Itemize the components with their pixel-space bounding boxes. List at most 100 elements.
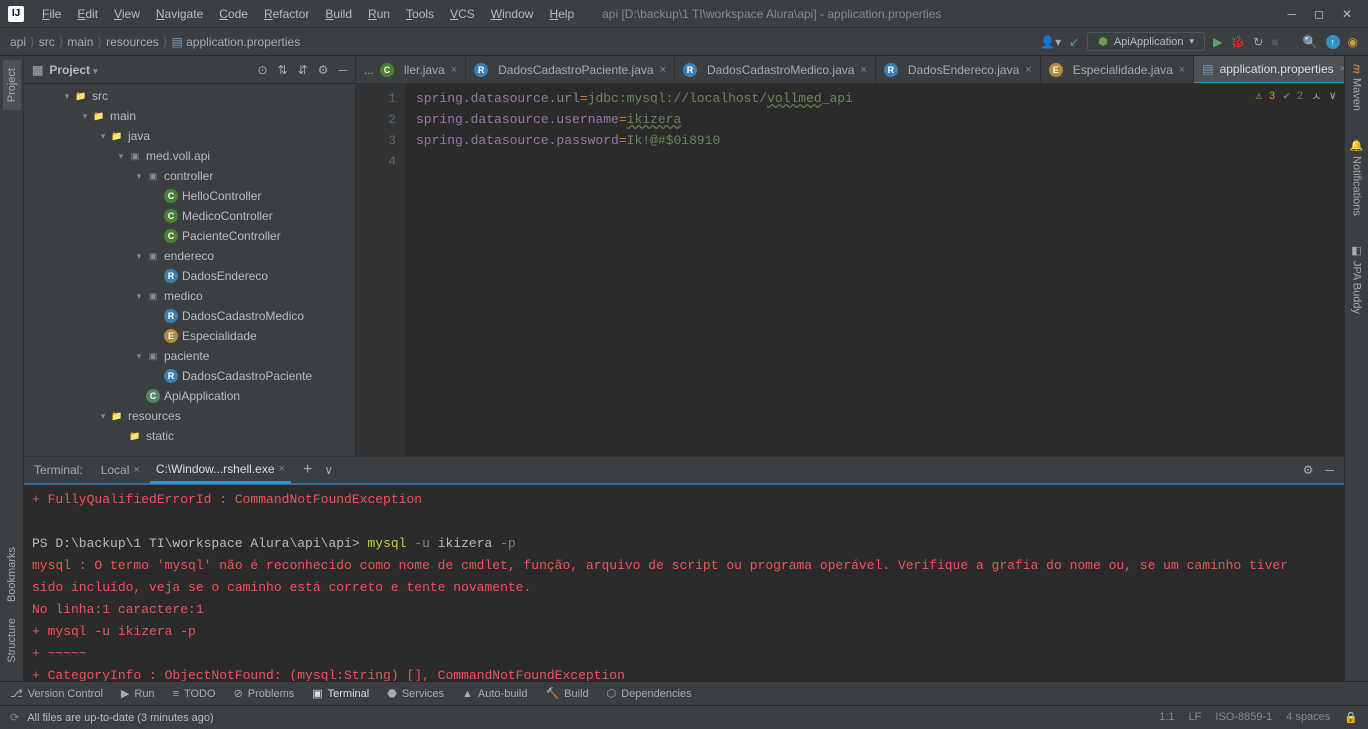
terminal-content[interactable]: + FullyQualifiedErrorId : CommandNotFoun… [24, 485, 1344, 681]
tree-node[interactable]: ▾📁java [24, 126, 355, 146]
status-item[interactable]: 1:1 [1159, 711, 1174, 724]
tree-node[interactable]: RDadosEndereco [24, 266, 355, 286]
menu-edit[interactable]: Edit [69, 7, 106, 21]
bottom-tab-run[interactable]: ▶Run [121, 687, 155, 700]
bottom-tab-todo[interactable]: ≡TODO [173, 688, 216, 700]
update-icon[interactable]: ↑ [1326, 35, 1340, 49]
tree-node[interactable]: 📁static [24, 426, 355, 446]
menu-code[interactable]: Code [211, 7, 256, 21]
breadcrumb-item[interactable]: api [10, 35, 26, 49]
ide-settings-icon[interactable]: ◉ [1348, 35, 1358, 49]
code-area[interactable]: spring.datasource.url=jdbc:mysql://local… [406, 84, 1344, 456]
minimize-button[interactable]: ─ [1287, 7, 1296, 21]
tab-close-icon[interactable]: × [660, 64, 666, 76]
coverage-button[interactable]: ↻ [1253, 35, 1263, 49]
bottom-tab-version-control[interactable]: ⎇Version Control [10, 687, 103, 700]
bottom-tab-services[interactable]: ⬣Services [387, 687, 444, 700]
breadcrumb-item[interactable]: resources [106, 35, 159, 49]
bottom-tab-problems[interactable]: ⊘Problems [234, 687, 295, 700]
tree-node[interactable]: ▾📁resources [24, 406, 355, 426]
hide-icon[interactable]: ─ [338, 63, 347, 77]
tree-node[interactable]: ▾📁main [24, 106, 355, 126]
select-opened-file-icon[interactable]: ⊙ [258, 63, 268, 77]
breadcrumb-item[interactable]: ▤ application.properties [171, 35, 300, 49]
tree-node[interactable]: CHelloController [24, 186, 355, 206]
warnings-badge[interactable]: ⚠ 3 [1256, 89, 1276, 103]
prev-highlight-icon[interactable]: ㅅ [1311, 88, 1321, 104]
terminal-settings-icon[interactable]: ⚙ [1303, 463, 1314, 477]
terminal-dropdown-icon[interactable]: ∨ [324, 463, 333, 477]
tree-node[interactable]: ▾▣medico [24, 286, 355, 306]
new-terminal-tab-button[interactable]: + [303, 461, 312, 479]
bottom-tab-terminal[interactable]: ▣Terminal [312, 687, 369, 700]
settings-icon[interactable]: ⚙ [318, 63, 329, 77]
gutter-tab-structure[interactable]: Structure [3, 610, 21, 671]
gutter-tab-maven[interactable]: mMaven [1348, 60, 1366, 115]
search-icon[interactable]: 🔍 [1303, 35, 1318, 49]
stop-button[interactable]: ■ [1271, 35, 1278, 49]
editor-tab[interactable]: EEspecialidade.java× [1041, 56, 1195, 84]
debug-button[interactable]: 🐞 [1230, 35, 1245, 49]
tree-node[interactable]: CPacienteController [24, 226, 355, 246]
editor-tab[interactable]: RDadosEndereco.java× [876, 56, 1041, 84]
tree-node[interactable]: ▾▣endereco [24, 246, 355, 266]
menu-run[interactable]: Run [360, 7, 398, 21]
run-button[interactable]: ▶ [1213, 35, 1222, 49]
gutter-tab-bookmarks[interactable]: Bookmarks [3, 539, 21, 610]
bottom-tab-auto-build[interactable]: ▲Auto-build [462, 688, 527, 700]
gutter-tab-notifications[interactable]: 🔔Notifications [1347, 135, 1366, 220]
editor-inspections[interactable]: ⚠ 3 ✔ 2 ㅅ ∨ [1256, 88, 1336, 104]
gutter-tab-jpa-buddy[interactable]: ◧JPA Buddy [1347, 240, 1366, 318]
menu-refactor[interactable]: Refactor [256, 7, 317, 21]
status-item[interactable]: ISO-8859-1 [1215, 711, 1272, 724]
lock-icon[interactable]: 🔒 [1344, 711, 1358, 724]
menu-window[interactable]: Window [483, 7, 542, 21]
editor-tab[interactable]: RDadosCadastroPaciente.java× [466, 56, 675, 84]
menu-vcs[interactable]: VCS [442, 7, 483, 21]
menu-help[interactable]: Help [541, 7, 582, 21]
terminal-tab[interactable]: C:\Window...rshell.exe× [150, 456, 291, 484]
breadcrumb-item[interactable]: main [67, 35, 93, 49]
status-item[interactable]: 4 spaces [1286, 711, 1330, 724]
menu-tools[interactable]: Tools [398, 7, 442, 21]
project-tree[interactable]: ▾📁src▾📁main▾📁java▾▣med.voll.api▾▣control… [24, 84, 355, 456]
menu-navigate[interactable]: Navigate [148, 7, 211, 21]
tree-node[interactable]: CMedicoController [24, 206, 355, 226]
gutter-tab-project[interactable]: Project [3, 60, 21, 110]
tree-node[interactable]: CApiApplication [24, 386, 355, 406]
expand-all-icon[interactable]: ⇅ [278, 63, 288, 77]
close-button[interactable]: ✕ [1342, 7, 1352, 21]
menu-view[interactable]: View [106, 7, 148, 21]
editor-tab[interactable]: ...Cller.java× [356, 56, 466, 84]
terminal-tab-close-icon[interactable]: × [133, 464, 139, 476]
editor-content[interactable]: 1234 spring.datasource.url=jdbc:mysql://… [356, 84, 1344, 456]
editor-tab[interactable]: RDadosCadastroMedico.java× [675, 56, 876, 84]
terminal-hide-icon[interactable]: ─ [1325, 463, 1334, 477]
tree-node[interactable]: EEspecialidade [24, 326, 355, 346]
user-icon[interactable]: 👤▾ [1040, 35, 1061, 49]
vcs-status-icon[interactable]: ⟳ [10, 711, 19, 724]
breadcrumb-item[interactable]: src [39, 35, 55, 49]
terminal-tab[interactable]: Local× [95, 456, 146, 484]
tree-node[interactable]: ▾▣controller [24, 166, 355, 186]
status-item[interactable]: LF [1189, 711, 1202, 724]
tab-close-icon[interactable]: × [860, 64, 866, 76]
tree-node[interactable]: RDadosCadastroMedico [24, 306, 355, 326]
tab-close-icon[interactable]: × [1179, 64, 1185, 76]
next-highlight-icon[interactable]: ∨ [1329, 89, 1336, 103]
sync-icon[interactable]: ↙ [1069, 35, 1079, 49]
tree-node[interactable]: ▾▣paciente [24, 346, 355, 366]
tree-node[interactable]: RDadosCadastroPaciente [24, 366, 355, 386]
bottom-tab-dependencies[interactable]: ⬡Dependencies [607, 687, 692, 700]
menu-build[interactable]: Build [317, 7, 360, 21]
weak-warnings-badge[interactable]: ✔ 2 [1283, 89, 1303, 103]
tab-close-icon[interactable]: × [451, 64, 457, 76]
tree-node[interactable]: ▾📁src [24, 86, 355, 106]
terminal-tab-close-icon[interactable]: × [279, 463, 285, 475]
tree-node[interactable]: ▾▣med.voll.api [24, 146, 355, 166]
run-configuration-selector[interactable]: ⬢ ApiApplication ▾ [1087, 32, 1205, 51]
editor-tab[interactable]: ▤application.properties× [1194, 56, 1344, 84]
menu-file[interactable]: File [34, 7, 69, 21]
bottom-tab-build[interactable]: 🔨Build [545, 687, 588, 700]
maximize-button[interactable]: ◻ [1314, 7, 1324, 21]
